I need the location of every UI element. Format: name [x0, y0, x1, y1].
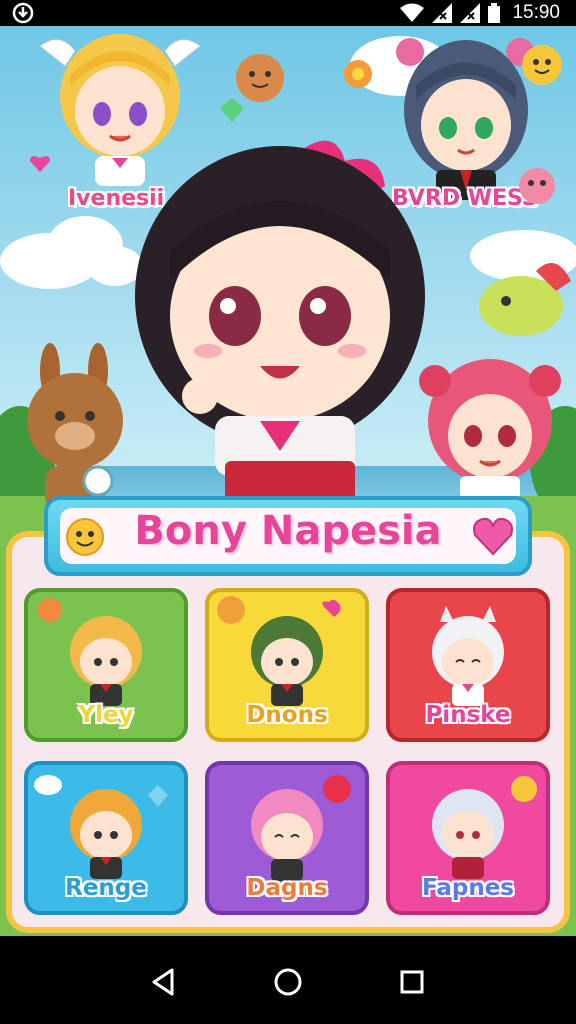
signal-icon — [432, 3, 453, 23]
tile-character-3[interactable]: Pinske — [386, 588, 550, 742]
gem-decoration — [220, 98, 244, 122]
bear-character[interactable] — [20, 341, 150, 511]
wifi-icon — [400, 3, 425, 22]
signal-icon-2 — [460, 3, 481, 23]
blob-creature — [236, 54, 284, 102]
status-time: 15:90 — [512, 2, 560, 23]
home-circle-icon[interactable] — [270, 964, 306, 1000]
recents-square-icon[interactable] — [394, 964, 430, 1000]
tile-character-4[interactable]: Renge — [24, 761, 188, 915]
battery-icon — [488, 3, 501, 23]
status-icons: 15:90 — [400, 0, 560, 26]
pink-creature — [519, 168, 555, 204]
title-banner: Bony Napesia — [44, 496, 532, 576]
cloud-decoration — [0, 216, 140, 289]
main-character[interactable] — [130, 131, 450, 501]
game-title: Bony Napesia — [134, 508, 442, 554]
app-notification-icon — [12, 2, 34, 24]
tile-character-6[interactable]: Fapnes — [386, 761, 550, 915]
smiley-sun-icon — [66, 518, 104, 556]
heart-decoration — [30, 156, 50, 172]
tile-character-2[interactable]: Dnons — [205, 588, 369, 742]
flower-decoration — [344, 60, 372, 88]
tile-character-5-label: Dagns — [246, 875, 328, 901]
tile-character-3-label: Pinske — [425, 702, 511, 728]
back-triangle-icon[interactable] — [146, 964, 182, 1000]
sun-creature — [522, 45, 562, 85]
tile-character-5[interactable]: Dagns — [205, 761, 369, 915]
character-pink-hair[interactable] — [415, 351, 565, 501]
navigation-bar — [0, 936, 576, 1024]
tile-character-1-label: Yley — [78, 702, 134, 728]
fish-creature — [479, 263, 571, 336]
tile-character-2-label: Dnons — [246, 702, 328, 728]
tile-character-4-label: Renge — [65, 875, 147, 901]
tile-character-6-label: Fapnes — [421, 875, 514, 901]
heart-icon — [473, 517, 513, 556]
tile-character-1[interactable]: Yley — [24, 588, 188, 742]
status-bar: 15:90 — [0, 0, 576, 26]
game-screen: Ivenesii BVRD WESS Bony Napesia Yley Dno… — [0, 26, 576, 936]
